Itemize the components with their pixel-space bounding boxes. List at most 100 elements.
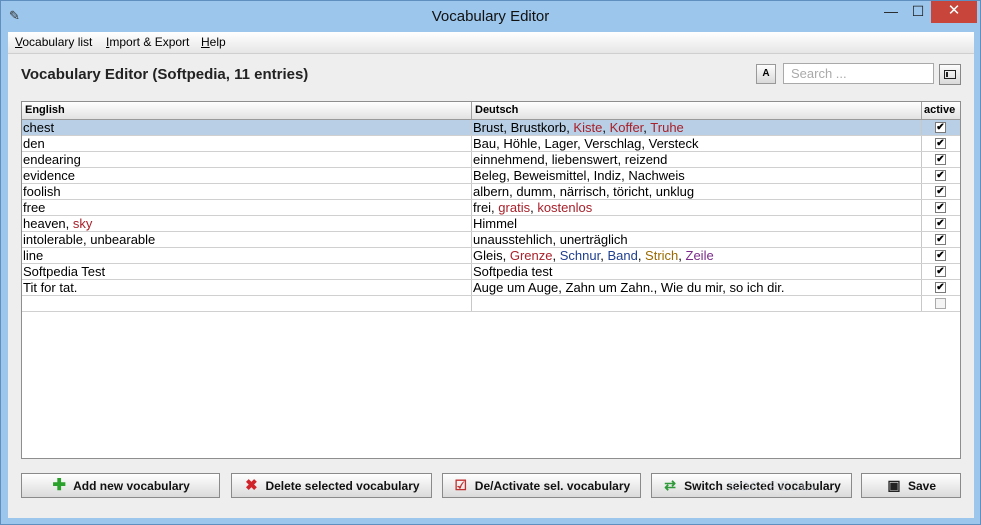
cell-active: ✔ bbox=[922, 264, 960, 279]
minimize-button[interactable]: — bbox=[877, 1, 905, 23]
active-checkbox[interactable] bbox=[935, 298, 946, 309]
column-header-deutsch[interactable]: Deutsch bbox=[472, 102, 922, 119]
cell-deutsch[interactable]: albern, dumm, närrisch, töricht, unklug bbox=[472, 184, 922, 199]
cell-text: den bbox=[23, 136, 45, 151]
active-checkbox[interactable]: ✔ bbox=[935, 218, 946, 229]
cell-text: endearing bbox=[23, 152, 81, 167]
cell-text: evidence bbox=[23, 168, 76, 183]
cell-english[interactable]: intolerable, unbearable bbox=[22, 232, 472, 247]
cell-deutsch[interactable]: frei, gratis, kostenlos bbox=[472, 200, 922, 215]
cell-english[interactable]: free bbox=[22, 200, 472, 215]
table-row[interactable]: chest Brust, Brustkorb, Kiste, Koffer, Tr… bbox=[22, 120, 960, 136]
column-header-english[interactable]: English bbox=[22, 102, 472, 119]
cell-english[interactable]: Tit for tat. bbox=[22, 280, 472, 295]
close-button[interactable]: ✕ bbox=[931, 1, 977, 23]
cell-english[interactable]: line bbox=[22, 248, 472, 263]
cell-text: Tit for tat. bbox=[23, 280, 78, 295]
cell-text: gratis bbox=[498, 200, 531, 215]
cell-text: Koffer bbox=[609, 120, 644, 135]
font-size-button[interactable]: A bbox=[756, 64, 776, 84]
active-checkbox[interactable]: ✔ bbox=[935, 122, 946, 133]
active-checkbox[interactable]: ✔ bbox=[935, 202, 946, 213]
cell-english[interactable]: chest bbox=[22, 120, 472, 135]
toggle-vocabulary-button[interactable]: ☑ De/Activate sel. vocabulary bbox=[442, 473, 641, 498]
search-input[interactable] bbox=[783, 63, 934, 84]
table-row[interactable]: free frei, gratis, kostenlos ✔ bbox=[22, 200, 960, 216]
cell-text: Softpedia Test bbox=[23, 264, 106, 279]
cell-deutsch[interactable]: Beleg, Beweismittel, Indiz, Nachweis bbox=[472, 168, 922, 183]
menu-help[interactable]: Help bbox=[201, 35, 226, 49]
table-row[interactable]: heaven, sky Himmel ✔ bbox=[22, 216, 960, 232]
cell-text: kostenlos bbox=[537, 200, 593, 215]
cell-text: Beleg, Beweismittel, Indiz, Nachweis bbox=[473, 168, 685, 183]
cell-deutsch[interactable]: Himmel bbox=[472, 216, 922, 231]
save-button[interactable]: ▣ Save bbox=[861, 473, 961, 498]
cell-deutsch[interactable] bbox=[472, 296, 922, 311]
active-checkbox[interactable]: ✔ bbox=[935, 234, 946, 245]
column-header-active[interactable]: active bbox=[922, 102, 960, 119]
cell-text: frei, bbox=[473, 200, 499, 215]
active-checkbox[interactable]: ✔ bbox=[935, 266, 946, 277]
cell-active: ✔ bbox=[922, 152, 960, 167]
cell-deutsch[interactable]: einnehmend, liebenswert, reizend bbox=[472, 152, 922, 167]
table-row[interactable]: endearing einnehmend, liebenswert, reizen… bbox=[22, 152, 960, 168]
window-title: Vocabulary Editor bbox=[431, 8, 550, 25]
cell-english[interactable]: evidence bbox=[22, 168, 472, 183]
cell-text: Gleis, bbox=[473, 248, 510, 263]
cell-deutsch[interactable]: Gleis, Grenze, Schnur, Band, Strich, Zei… bbox=[472, 248, 922, 263]
active-checkbox[interactable]: ✔ bbox=[935, 154, 946, 165]
view-toggle-button[interactable] bbox=[939, 64, 961, 85]
cell-active: ✔ bbox=[922, 216, 960, 231]
cell-deutsch[interactable]: Softpedia test bbox=[472, 264, 922, 279]
cell-english[interactable]: endearing bbox=[22, 152, 472, 167]
switch-vocabulary-button[interactable]: ⇄ Switch selected vocabulary bbox=[651, 473, 852, 498]
plus-icon: ✚ bbox=[52, 477, 66, 494]
table-row[interactable]: intolerable, unbearable unausstehlich, un… bbox=[22, 232, 960, 248]
cell-active: ✔ bbox=[922, 232, 960, 247]
cell-text: Brust, Brustkorb, bbox=[473, 120, 574, 135]
cell-text: Softpedia test bbox=[473, 264, 553, 279]
close-icon: ✕ bbox=[947, 2, 961, 19]
table-row[interactable] bbox=[22, 296, 960, 312]
cell-deutsch[interactable]: unausstehlich, unerträglich bbox=[472, 232, 922, 247]
red-x-icon: ✖ bbox=[245, 477, 258, 494]
cell-text: einnehmend, liebenswert, reizend bbox=[473, 152, 668, 167]
cell-english[interactable]: den bbox=[22, 136, 472, 151]
table-row[interactable]: den Bau, Höhle, Lager, Verschlag, Verstec… bbox=[22, 136, 960, 152]
checkmark-icon: ✔ bbox=[936, 154, 945, 165]
cell-english[interactable]: Softpedia Test bbox=[22, 264, 472, 279]
active-checkbox[interactable]: ✔ bbox=[935, 138, 946, 149]
menu-import-export[interactable]: Import & Export bbox=[106, 35, 189, 49]
cell-english[interactable]: heaven, sky bbox=[22, 216, 472, 231]
cell-deutsch[interactable]: Auge um Auge, Zahn um Zahn., Wie du mir,… bbox=[472, 280, 922, 295]
title-bar[interactable]: ✎ Vocabulary Editor — ☐ ✕ bbox=[1, 1, 980, 32]
table-row[interactable]: evidence Beleg, Beweismittel, Indiz, Nach… bbox=[22, 168, 960, 184]
active-checkbox[interactable]: ✔ bbox=[935, 282, 946, 293]
active-checkbox[interactable]: ✔ bbox=[935, 170, 946, 181]
cell-english[interactable]: foolish bbox=[22, 184, 472, 199]
add-vocabulary-button[interactable]: ✚ Add new vocabulary bbox=[21, 473, 220, 498]
table-row[interactable]: Tit for tat. Auge um Auge, Zahn um Zahn.,… bbox=[22, 280, 960, 296]
maximize-button[interactable]: ☐ bbox=[905, 1, 931, 23]
cell-active: ✔ bbox=[922, 280, 960, 295]
cell-text: chest bbox=[23, 120, 55, 135]
table-row[interactable]: Softpedia Test Softpedia test ✔ bbox=[22, 264, 960, 280]
delete-vocabulary-button[interactable]: ✖ Delete selected vocabulary bbox=[231, 473, 432, 498]
cell-text: Strich bbox=[645, 248, 679, 263]
client-area: Vocabulary list Import & Export Help Voc… bbox=[8, 32, 974, 518]
cell-text: Auge um Auge, Zahn um Zahn., Wie du mir,… bbox=[473, 280, 785, 295]
checkmark-icon: ✔ bbox=[936, 138, 945, 149]
table-row[interactable]: foolish albern, dumm, närrisch, töricht, … bbox=[22, 184, 960, 200]
active-checkbox[interactable]: ✔ bbox=[935, 250, 946, 261]
checkmark-icon: ✔ bbox=[936, 218, 945, 229]
cell-text: Grenze bbox=[509, 248, 553, 263]
checkmark-icon: ✔ bbox=[936, 282, 945, 293]
active-checkbox[interactable]: ✔ bbox=[935, 186, 946, 197]
cell-deutsch[interactable]: Brust, Brustkorb, Kiste, Koffer, Truhe bbox=[472, 120, 922, 135]
cell-english[interactable] bbox=[22, 296, 472, 311]
cell-text: Zeile bbox=[685, 248, 714, 263]
checkmark-icon: ✔ bbox=[936, 266, 945, 277]
menu-vocabulary-list[interactable]: Vocabulary list bbox=[15, 35, 92, 49]
table-row[interactable]: line Gleis, Grenze, Schnur, Band, Strich,… bbox=[22, 248, 960, 264]
cell-deutsch[interactable]: Bau, Höhle, Lager, Verschlag, Versteck bbox=[472, 136, 922, 151]
